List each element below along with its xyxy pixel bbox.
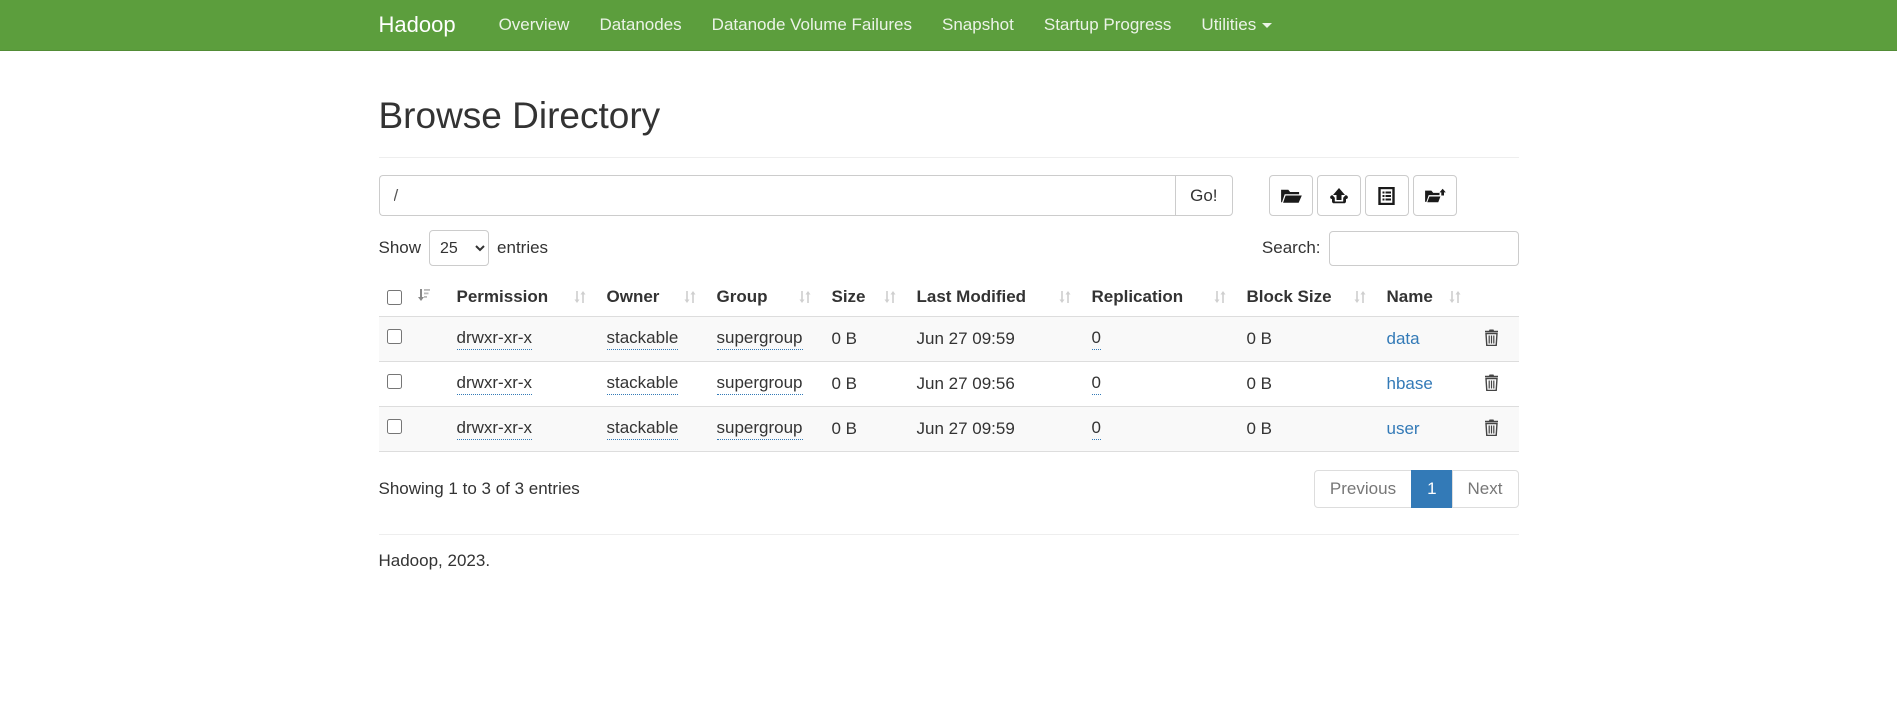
nav-item-utilities[interactable]: Utilities <box>1186 0 1287 50</box>
directory-input-group: Go! <box>379 175 1233 216</box>
nav-item-datanodes[interactable]: Datanodes <box>584 0 696 50</box>
move-button[interactable] <box>1413 175 1457 216</box>
last-modified-value: Jun 27 09:59 <box>909 317 1084 362</box>
next-page-button[interactable]: Next <box>1452 470 1519 508</box>
sort-amount-asc-icon <box>416 287 431 307</box>
column-header-replication[interactable]: Replication <box>1084 278 1239 317</box>
sort-icon <box>883 290 901 304</box>
sort-icon <box>1448 290 1466 304</box>
pagination: Previous 1 Next <box>1314 470 1519 508</box>
column-header-size[interactable]: Size <box>824 278 909 317</box>
column-header-group[interactable]: Group <box>709 278 824 317</box>
last-modified-value: Jun 27 09:56 <box>909 362 1084 407</box>
row-checkbox[interactable] <box>387 374 402 389</box>
replication-value[interactable]: 0 <box>1092 418 1101 440</box>
row-checkbox[interactable] <box>387 419 402 434</box>
table-row: drwxr-xr-x stackable supergroup 0 B Jun … <box>379 362 1519 407</box>
page-title: Browse Directory <box>379 95 1519 137</box>
top-navbar: Hadoop Overview Datanodes Datanode Volum… <box>0 0 1897 51</box>
page-size-select[interactable]: 25 <box>429 230 489 266</box>
directory-link[interactable]: user <box>1387 419 1420 438</box>
directory-link[interactable]: hbase <box>1387 374 1433 393</box>
directory-link[interactable]: data <box>1387 329 1420 348</box>
search-input[interactable] <box>1329 231 1519 266</box>
permission-value[interactable]: drwxr-xr-x <box>457 328 533 350</box>
column-header-owner[interactable]: Owner <box>599 278 709 317</box>
select-all-checkbox[interactable] <box>387 290 402 305</box>
create-directory-button[interactable] <box>1269 175 1313 216</box>
clipboard-list-icon <box>1377 187 1396 205</box>
column-header-last-modified[interactable]: Last Modified <box>909 278 1084 317</box>
folder-move-icon <box>1424 187 1446 205</box>
folder-open-icon <box>1280 187 1302 205</box>
permission-value[interactable]: drwxr-xr-x <box>457 373 533 395</box>
sort-icon <box>798 290 816 304</box>
page-1-button[interactable]: 1 <box>1411 470 1452 508</box>
sort-icon <box>1353 290 1371 304</box>
upload-icon <box>1329 187 1349 205</box>
last-modified-value: Jun 27 09:59 <box>909 407 1084 452</box>
group-value[interactable]: supergroup <box>717 373 803 395</box>
table-row: drwxr-xr-x stackable supergroup 0 B Jun … <box>379 407 1519 452</box>
nav-item-overview[interactable]: Overview <box>484 0 585 50</box>
permission-value[interactable]: drwxr-xr-x <box>457 418 533 440</box>
delete-button[interactable] <box>1482 372 1501 396</box>
replication-value[interactable]: 0 <box>1092 328 1101 350</box>
table-header-row: Permission Owner Group <box>379 278 1519 317</box>
sort-icon <box>683 290 701 304</box>
go-button[interactable]: Go! <box>1175 175 1232 216</box>
row-checkbox[interactable] <box>387 329 402 344</box>
table-row: drwxr-xr-x stackable supergroup 0 B Jun … <box>379 317 1519 362</box>
paste-button[interactable] <box>1365 175 1409 216</box>
size-value: 0 B <box>824 362 909 407</box>
table-footer: Showing 1 to 3 of 3 entries Previous 1 N… <box>379 470 1519 508</box>
heading-divider <box>379 157 1519 158</box>
sort-icon <box>1213 290 1231 304</box>
column-header-actions <box>1474 278 1519 317</box>
group-value[interactable]: supergroup <box>717 418 803 440</box>
delete-button[interactable] <box>1482 417 1501 441</box>
chevron-down-icon <box>1262 23 1272 28</box>
path-bar: Go! <box>379 175 1519 216</box>
sort-icon <box>573 290 591 304</box>
owner-value[interactable]: stackable <box>607 328 679 350</box>
nav-item-utilities-label: Utilities <box>1201 15 1256 35</box>
footer-divider <box>379 534 1519 535</box>
column-header-name[interactable]: Name <box>1379 278 1474 317</box>
trash-icon <box>1484 334 1499 349</box>
nav-item-snapshot[interactable]: Snapshot <box>927 0 1029 50</box>
trash-icon <box>1484 424 1499 439</box>
directory-path-input[interactable] <box>379 175 1176 216</box>
replication-value[interactable]: 0 <box>1092 373 1101 395</box>
page-footer-text: Hadoop, 2023. <box>379 551 1519 601</box>
size-value: 0 B <box>824 407 909 452</box>
show-label: Show <box>379 238 422 258</box>
brand-hadoop[interactable]: Hadoop <box>379 12 456 38</box>
upload-file-button[interactable] <box>1317 175 1361 216</box>
table-controls: Show 25 entries Search: <box>379 230 1519 266</box>
owner-value[interactable]: stackable <box>607 418 679 440</box>
delete-button[interactable] <box>1482 327 1501 351</box>
column-header-select[interactable] <box>379 278 449 317</box>
directory-table: Permission Owner Group <box>379 278 1519 452</box>
group-value[interactable]: supergroup <box>717 328 803 350</box>
nav-item-startup-progress[interactable]: Startup Progress <box>1029 0 1187 50</box>
column-header-block-size[interactable]: Block Size <box>1239 278 1379 317</box>
block-size-value: 0 B <box>1239 317 1379 362</box>
block-size-value: 0 B <box>1239 362 1379 407</box>
block-size-value: 0 B <box>1239 407 1379 452</box>
search-label: Search: <box>1262 238 1321 258</box>
trash-icon <box>1484 379 1499 394</box>
size-value: 0 B <box>824 317 909 362</box>
sort-icon <box>1058 290 1076 304</box>
owner-value[interactable]: stackable <box>607 373 679 395</box>
directory-actions <box>1265 175 1457 216</box>
nav-item-datanode-volume-failures[interactable]: Datanode Volume Failures <box>697 0 927 50</box>
previous-page-button[interactable]: Previous <box>1314 470 1412 508</box>
column-header-permission[interactable]: Permission <box>449 278 599 317</box>
entries-info: Showing 1 to 3 of 3 entries <box>379 479 580 499</box>
entries-label: entries <box>497 238 548 258</box>
